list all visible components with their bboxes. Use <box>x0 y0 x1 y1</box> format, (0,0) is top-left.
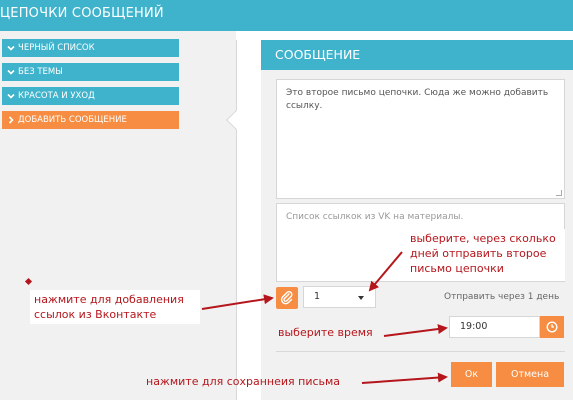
annotation-arrows <box>201 251 448 384</box>
arrow-to-days-select <box>368 251 403 292</box>
arrow-to-ok-button <box>361 372 448 384</box>
arrow-to-time-input <box>383 324 448 337</box>
arrow-to-attach-button <box>201 294 274 310</box>
